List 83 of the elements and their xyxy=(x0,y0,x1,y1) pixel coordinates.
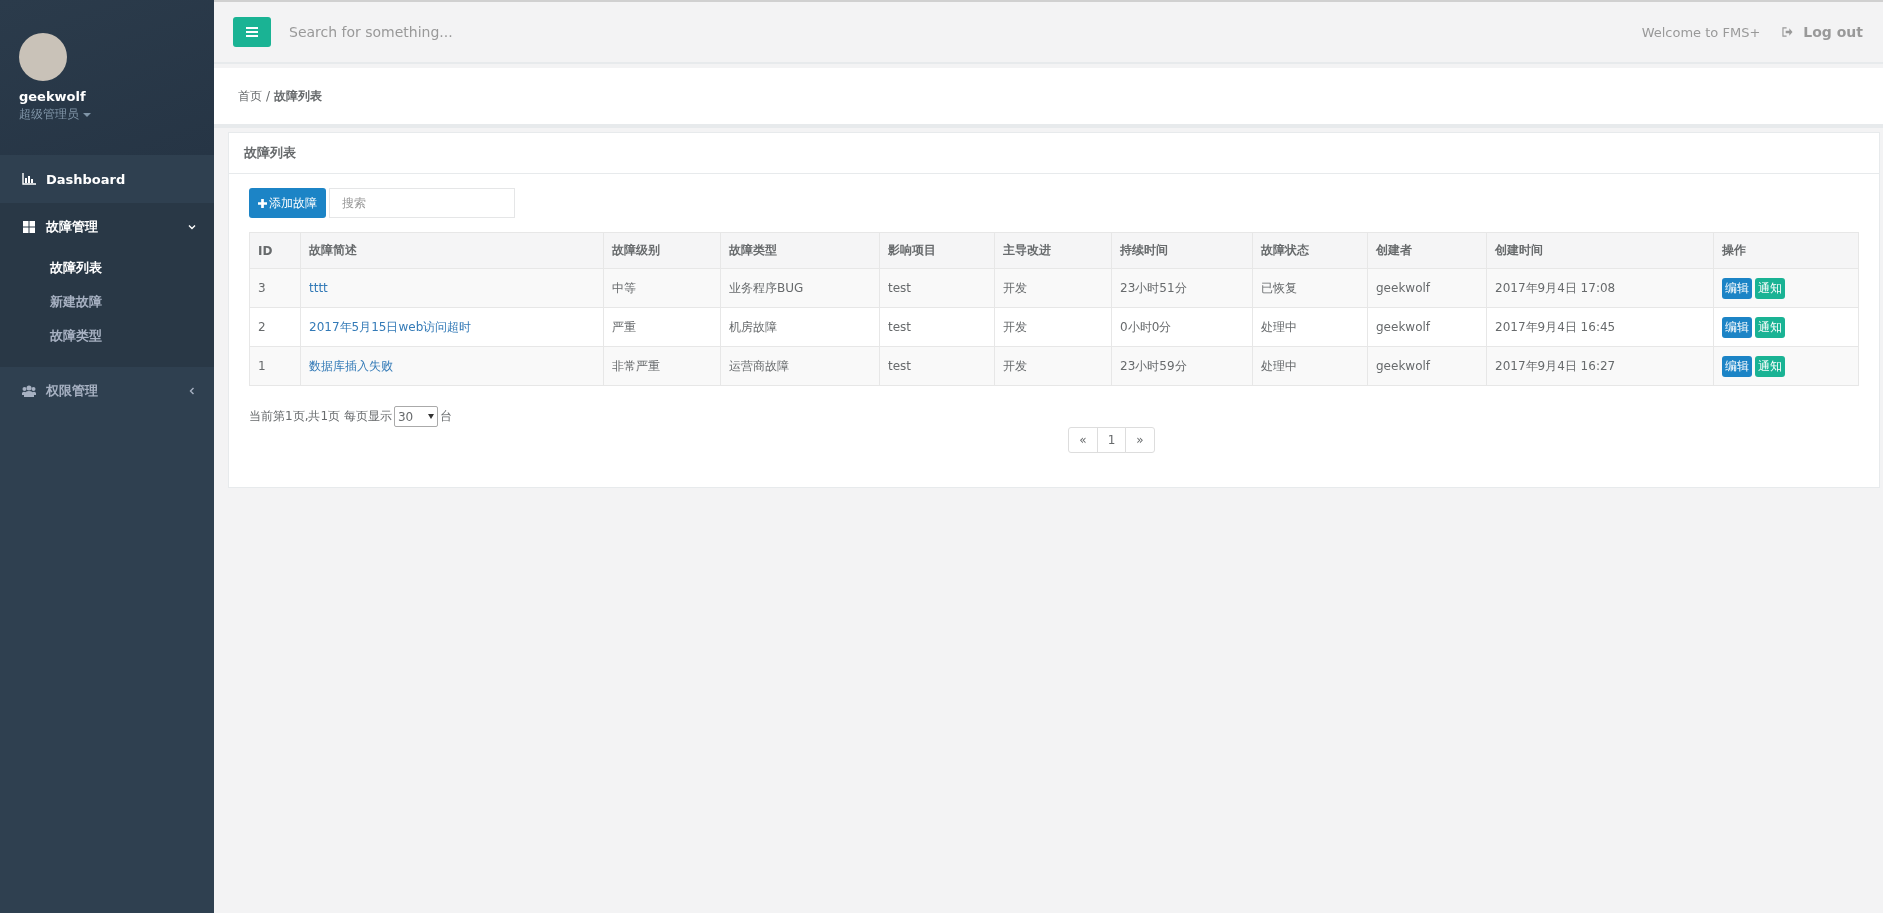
page-info: 当前第1页,共1页 每页显示 xyxy=(249,408,392,425)
chevron-down-icon xyxy=(188,223,196,231)
submenu-item[interactable]: 故障列表 xyxy=(0,251,214,285)
breadcrumb-link[interactable]: 首页 xyxy=(238,87,262,105)
logout-link[interactable]: Log out xyxy=(1782,24,1863,40)
notify-button[interactable]: 通知 xyxy=(1755,316,1785,338)
users-icon xyxy=(22,385,36,397)
sidebar-menu-item[interactable]: Dashboard xyxy=(0,155,214,203)
table-cell: geekwolf xyxy=(1367,346,1487,386)
page-size-select[interactable]: 30 xyxy=(393,406,438,427)
table-cell: 业务程序BUG xyxy=(720,268,880,308)
column-header: 故障类型 xyxy=(720,232,880,269)
grid-icon xyxy=(22,221,36,233)
table-cell: 运营商故障 xyxy=(720,346,880,386)
unit-label: 台 xyxy=(439,408,452,425)
table-cell: test xyxy=(879,346,995,386)
fault-link[interactable]: 数据库插入失败 xyxy=(300,346,604,386)
avatar xyxy=(19,33,67,81)
pagination-link[interactable]: 1 xyxy=(1096,427,1127,453)
table-cell: 2017年9月4日 16:45 xyxy=(1486,307,1714,347)
table-cell: 0小时0分 xyxy=(1111,307,1253,347)
menu-label: Dashboard xyxy=(46,171,127,187)
pagination-link[interactable]: « xyxy=(1068,427,1098,453)
table-cell: 中等 xyxy=(603,268,721,308)
column-header: 创建时间 xyxy=(1486,232,1714,269)
column-header: 故障简述 xyxy=(300,232,604,269)
column-header: 操作 xyxy=(1713,232,1859,269)
column-header: 故障状态 xyxy=(1252,232,1368,269)
sign-out-icon xyxy=(1782,27,1794,37)
user-name: geekwolf xyxy=(19,89,87,104)
edit-button[interactable]: 编辑 xyxy=(1722,316,1752,338)
submenu-item[interactable]: 故障类型 xyxy=(0,319,214,353)
table-cell: 开发 xyxy=(994,346,1112,386)
column-header: 影响项目 xyxy=(879,232,995,269)
table-cell: 开发 xyxy=(994,307,1112,347)
add-button[interactable]: 添加故障 xyxy=(249,188,326,218)
table-cell: 1 xyxy=(249,346,301,386)
submenu-item[interactable]: 新建故障 xyxy=(0,285,214,319)
column-header: 主导改进 xyxy=(994,232,1112,269)
table-cell: geekwolf xyxy=(1367,307,1487,347)
notify-button[interactable]: 通知 xyxy=(1755,355,1785,377)
notify-button[interactable]: 通知 xyxy=(1755,277,1785,299)
panel-title: 故障列表 xyxy=(229,133,1879,174)
welcome-text: Welcome to FMS+ xyxy=(1641,24,1761,40)
breadcrumb-separator: / xyxy=(266,89,271,103)
column-header: 创建者 xyxy=(1367,232,1487,269)
search-field[interactable]: 搜索 xyxy=(329,188,515,218)
menu-label: 故障管理 xyxy=(46,218,99,236)
sidebar-menu-item[interactable]: 故障管理 xyxy=(0,203,214,251)
table-cell: 2 xyxy=(249,307,301,347)
bar-chart-icon xyxy=(22,173,36,185)
plus-icon xyxy=(258,198,267,208)
table-cell: 机房故障 xyxy=(720,307,880,347)
table-cell: 2017年9月4日 17:08 xyxy=(1486,268,1714,308)
column-header: 故障级别 xyxy=(603,232,721,269)
column-header: 持续时间 xyxy=(1111,232,1253,269)
table-cell: 2017年9月4日 16:27 xyxy=(1486,346,1714,386)
table-cell: geekwolf xyxy=(1367,268,1487,308)
table-cell: 3 xyxy=(249,268,301,308)
column-header: ID xyxy=(249,232,301,269)
menu-toggle-button[interactable] xyxy=(233,17,271,47)
table-cell: 23小时59分 xyxy=(1111,346,1253,386)
table-cell: 已恢复 xyxy=(1252,268,1368,308)
fault-link[interactable]: tttt xyxy=(300,268,604,308)
table-cell: 开发 xyxy=(994,268,1112,308)
table-cell: 严重 xyxy=(603,307,721,347)
sidebar-menu-item[interactable]: 权限管理 xyxy=(0,367,214,415)
table-cell: 非常严重 xyxy=(603,346,721,386)
table-cell: 处理中 xyxy=(1252,307,1368,347)
search-field[interactable]: Search for something... xyxy=(287,23,1642,41)
edit-button[interactable]: 编辑 xyxy=(1722,355,1752,377)
table-cell: test xyxy=(879,268,995,308)
menu-label: 权限管理 xyxy=(46,382,99,400)
table-cell: 23小时51分 xyxy=(1111,268,1253,308)
table-cell: test xyxy=(879,307,995,347)
pagination-link[interactable]: » xyxy=(1125,427,1155,453)
menu-icon xyxy=(246,27,258,37)
fault-link[interactable]: 2017年5月15日web访问超时 xyxy=(300,307,604,347)
user-role-dropdown[interactable]: 超级管理员 xyxy=(19,106,91,123)
table-cell: 处理中 xyxy=(1252,346,1368,386)
breadcrumb-link[interactable]: 故障列表 xyxy=(274,87,323,105)
chevron-left-icon xyxy=(188,387,196,395)
edit-button[interactable]: 编辑 xyxy=(1722,277,1752,299)
